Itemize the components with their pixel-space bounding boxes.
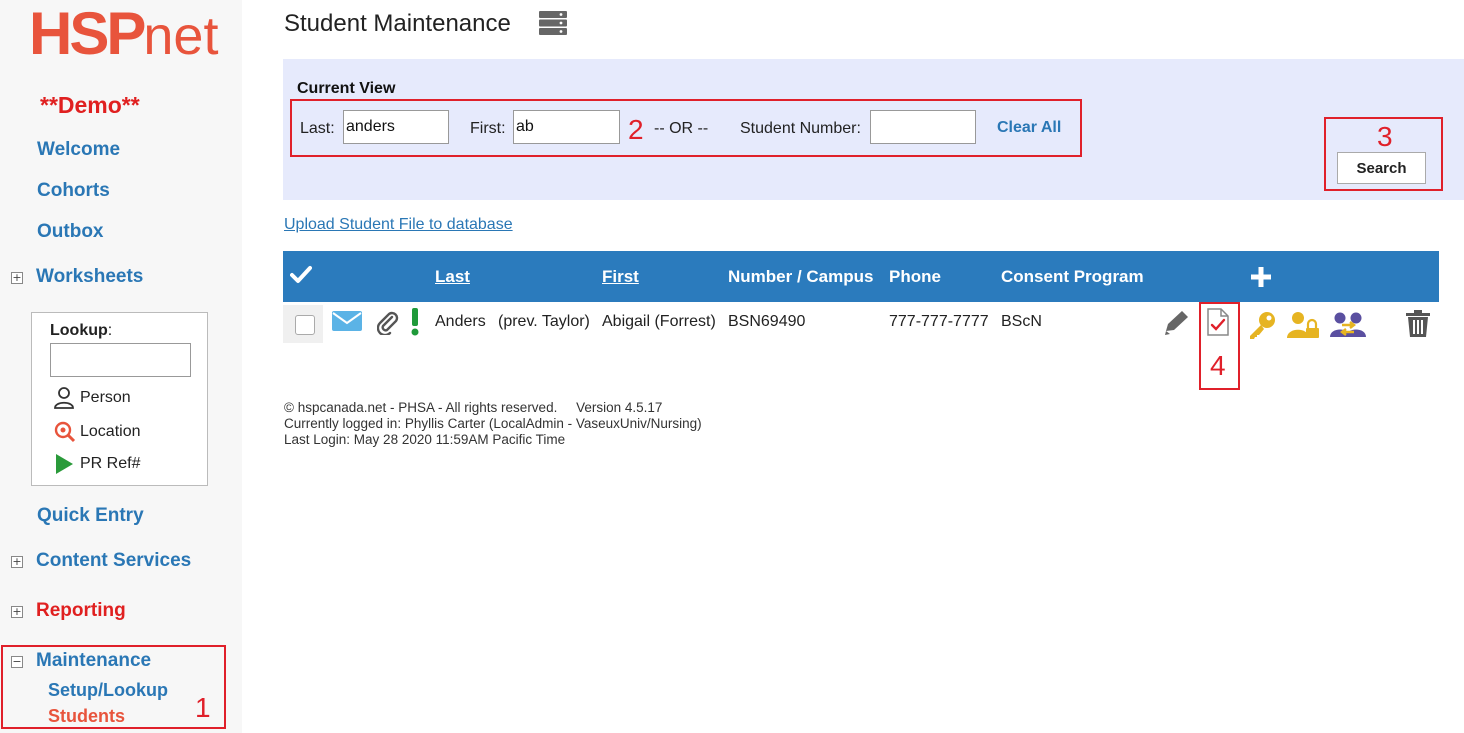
annotation-box-2 — [290, 99, 1082, 157]
add-student-plus-icon[interactable] — [1250, 266, 1272, 293]
results-table-header: Last First Number / Campus Phone Consent… — [283, 251, 1439, 302]
lookup-input[interactable] — [50, 343, 191, 377]
lookup-option-label: PR Ref# — [80, 455, 141, 472]
row-first-name: Abigail (Forrest) — [602, 313, 716, 330]
row-last-name: Anders — [435, 313, 486, 330]
select-all-check-icon[interactable] — [290, 265, 312, 290]
page-footer: © hspcanada.net - PHSA - All rights rese… — [284, 400, 702, 448]
row-phone: 777-777-7777 — [889, 313, 989, 330]
lookup-option-person[interactable]: Person — [54, 387, 131, 409]
column-header-first[interactable]: First — [602, 267, 639, 287]
nav-outbox[interactable]: Outbox — [37, 221, 104, 243]
nav-cohorts[interactable]: Cohorts — [37, 180, 110, 202]
annotation-number-3: 3 — [1377, 121, 1393, 152]
demo-label: **Demo** — [40, 92, 140, 118]
server-icon — [539, 11, 567, 40]
row-consent-program: BScN — [1001, 313, 1042, 330]
lookup-panel: Lookup: Person Location PR Ref# — [31, 312, 208, 486]
row-select-checkbox[interactable] — [283, 305, 323, 343]
column-header-number-campus: Number / Campus — [728, 267, 874, 286]
lookup-title: Lookup: — [50, 322, 113, 339]
location-search-icon — [54, 421, 80, 443]
worksheets-expand-icon[interactable]: + — [11, 272, 23, 284]
nav-quick-entry[interactable]: Quick Entry — [37, 505, 144, 527]
column-header-last[interactable]: Last — [435, 267, 470, 287]
content-services-expand-icon[interactable]: + — [11, 556, 23, 568]
user-lock-icon[interactable] — [1287, 311, 1319, 344]
logo-suffix-text: net — [143, 6, 219, 66]
annotation-number-1: 1 — [195, 692, 211, 723]
lookup-option-label: Location — [80, 423, 141, 440]
reporting-expand-icon[interactable]: + — [11, 606, 23, 618]
upload-student-file-link[interactable]: Upload Student File to database — [284, 216, 513, 234]
alert-icon[interactable] — [409, 308, 421, 341]
nav-reporting[interactable]: Reporting — [36, 600, 126, 622]
annotation-box-1 — [1, 645, 226, 729]
row-previous-name: (prev. Taylor) — [498, 313, 590, 330]
page-title: Student Maintenance — [284, 10, 511, 37]
nav-content-services[interactable]: Content Services — [36, 550, 191, 572]
email-icon[interactable] — [332, 311, 362, 336]
paperclip-icon[interactable] — [376, 311, 399, 340]
person-icon — [54, 387, 80, 409]
logo-main-text: HSP — [29, 0, 146, 67]
pencil-icon[interactable] — [1162, 310, 1190, 341]
key-icon[interactable] — [1247, 310, 1277, 345]
nav-worksheets[interactable]: Worksheets — [36, 266, 143, 288]
trash-icon[interactable] — [1406, 310, 1430, 343]
footer-copyright: © hspcanada.net - PHSA - All rights rese… — [284, 400, 663, 415]
lookup-option-location[interactable]: Location — [54, 421, 141, 443]
annotation-number-4: 4 — [1210, 350, 1226, 381]
hspnet-logo[interactable]: HSPnet — [29, 4, 219, 67]
lookup-option-label: Person — [80, 389, 131, 406]
footer-last-login: Last Login: May 28 2020 11:59AM Pacific … — [284, 432, 566, 447]
sidebar: HSPnet **Demo** Welcome Cohorts Outbox +… — [0, 0, 242, 733]
column-header-consent-program: Consent Program — [1001, 267, 1144, 286]
play-icon — [54, 453, 80, 475]
annotation-number-2: 2 — [628, 114, 644, 145]
current-view-heading: Current View — [297, 80, 396, 97]
lookup-option-prref[interactable]: PR Ref# — [54, 453, 140, 475]
row-student-number: BSN69490 — [728, 313, 806, 330]
nav-welcome[interactable]: Welcome — [37, 139, 120, 161]
footer-logged-in: Currently logged in: Phyllis Carter (Loc… — [284, 416, 702, 431]
column-header-phone: Phone — [889, 267, 941, 286]
user-swap-icon[interactable] — [1330, 311, 1366, 344]
